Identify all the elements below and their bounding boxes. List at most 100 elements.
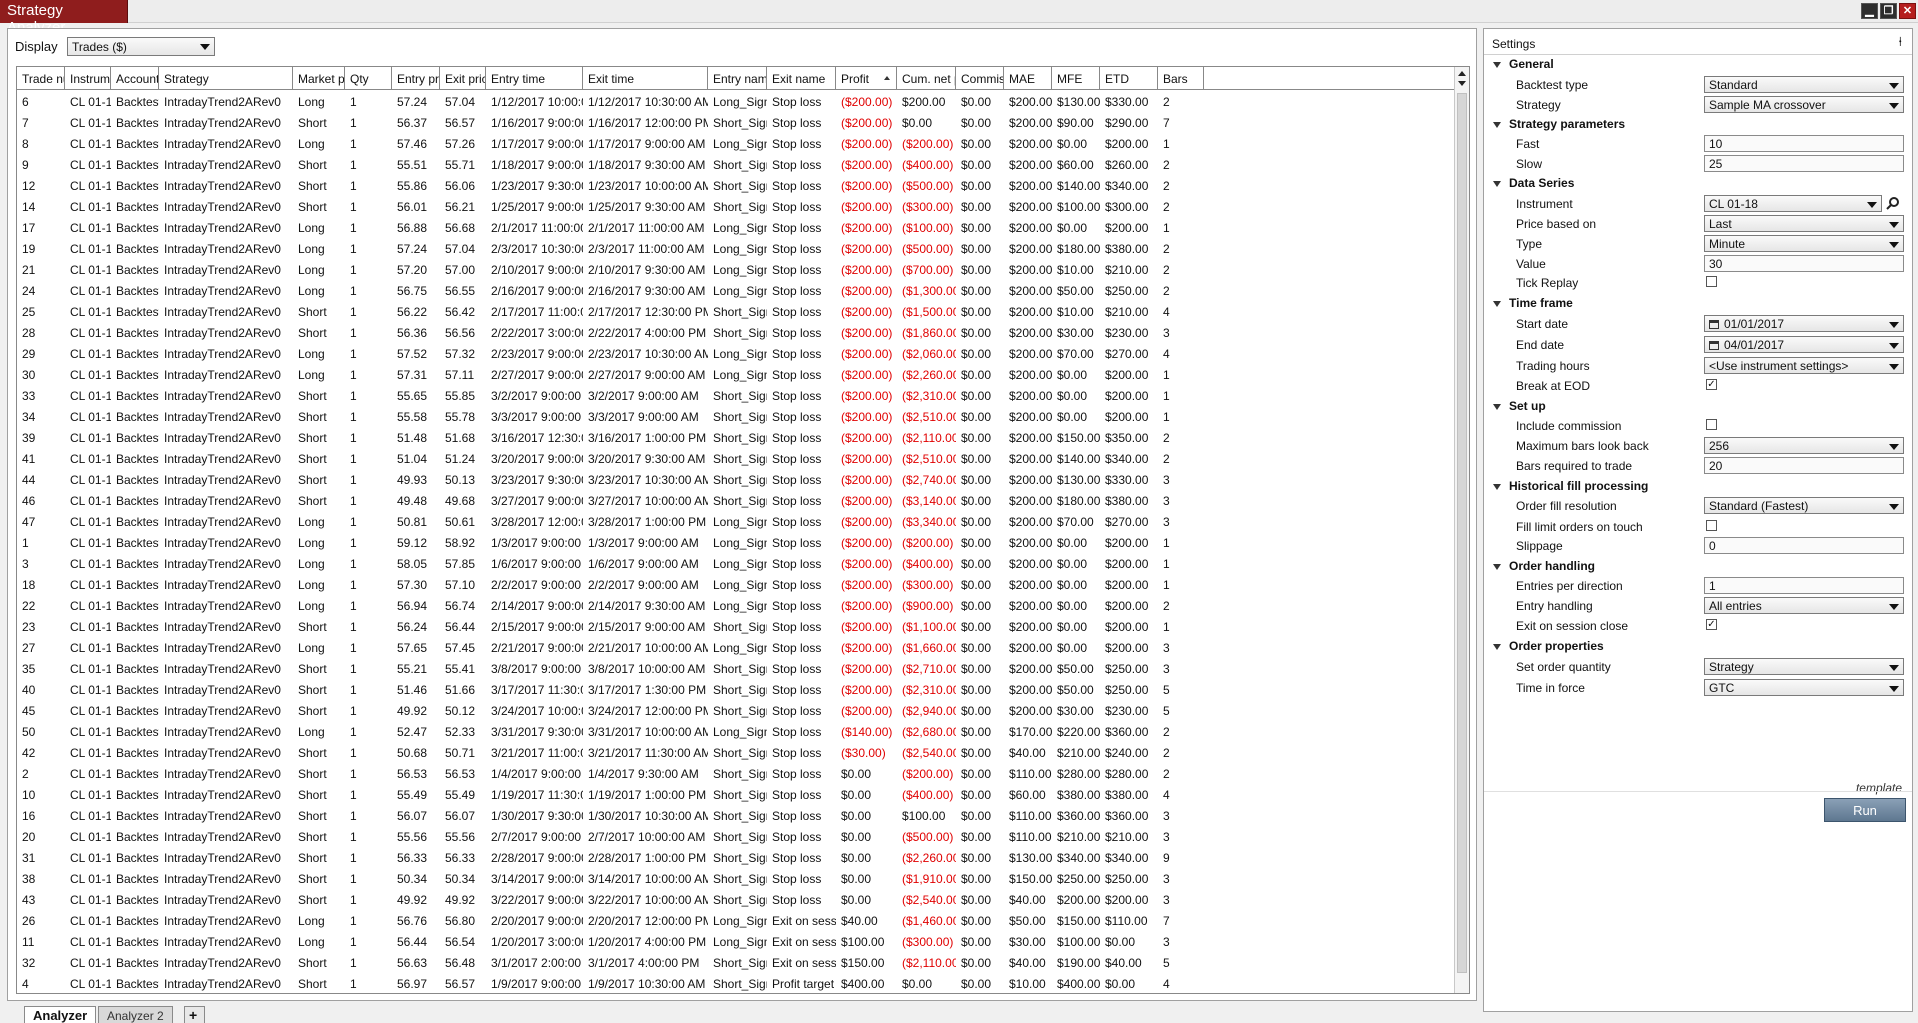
time-in-force-dropdown[interactable]: GTC: [1704, 679, 1904, 696]
table-row[interactable]: 41 CL 01-18 Backtest IntradayTrend2ARev0 Sho…: [17, 448, 1469, 469]
table-row[interactable]: 42 CL 01-18 Backtest IntradayTrend2ARev0 Sho…: [17, 742, 1469, 763]
type-dropdown[interactable]: Minute: [1704, 235, 1904, 252]
vertical-scrollbar[interactable]: [1454, 67, 1469, 993]
column-header[interactable]: ETD: [1100, 67, 1158, 90]
column-header[interactable]: Cum. net pi: [897, 67, 956, 90]
table-row[interactable]: 21CL 01-18BacktestIntradayTrend2ARev0Lon…: [17, 259, 1469, 280]
entry-handling-dropdown[interactable]: All entries: [1704, 597, 1904, 614]
break-eod-checkbox[interactable]: ✓: [1706, 379, 1717, 390]
include-commission-checkbox[interactable]: [1706, 419, 1717, 430]
section-set-up[interactable]: Set up: [1493, 399, 1546, 413]
strategy-dropdown[interactable]: Sample MA crossover: [1704, 96, 1904, 113]
table-row[interactable]: 14 CL 01-18 Backtest IntradayTrend2ARev0 Sho…: [17, 196, 1469, 217]
section-order-handling[interactable]: Order handling: [1493, 559, 1595, 573]
column-header[interactable]: Profit: [836, 67, 897, 90]
column-header[interactable]: Strategy: [159, 67, 293, 90]
table-row[interactable]: 19 CL 01-18 Backtest IntradayTrend2ARev0 Lon…: [17, 238, 1469, 259]
column-header[interactable]: Instrume: [65, 67, 111, 90]
close-icon[interactable]: ✕: [1899, 3, 1916, 19]
column-header[interactable]: Exit time: [583, 67, 708, 90]
table-row[interactable]: 24 CL 01-18 Backtest IntradayTrend2ARev0 Lon…: [17, 280, 1469, 301]
table-row[interactable]: 20 CL 01-18 Backtest IntradayTrend2ARev0 Sho…: [17, 826, 1469, 847]
column-header[interactable]: Entry time: [486, 67, 583, 90]
column-header[interactable]: Exit price: [440, 67, 486, 90]
table-row[interactable]: 22 CL 01-18 Backtest IntradayTrend2ARev0 Lon…: [17, 595, 1469, 616]
scroll-thumb[interactable]: [1457, 93, 1467, 973]
table-row[interactable]: 2 CL 01-18 Backtest IntradayTrend2ARev0 Shor…: [17, 763, 1469, 784]
start-date-picker[interactable]: 01/01/2017: [1704, 315, 1904, 332]
table-row[interactable]: 30 CL 01-18 Backtest IntradayTrend2ARev0 Lon…: [17, 364, 1469, 385]
end-date-picker[interactable]: 04/01/2017: [1704, 336, 1904, 353]
display-dropdown[interactable]: Trades ($): [66, 37, 215, 56]
exit-session-close-checkbox[interactable]: ✓: [1706, 619, 1717, 630]
table-row[interactable]: 17 CL 01-18 Backtest IntradayTrend2ARev0 Lon…: [17, 217, 1469, 238]
table-row[interactable]: 26 CL 01-18 Backtest IntradayTrend2ARev0 Lon…: [17, 910, 1469, 931]
table-row[interactable]: 33 CL 01-18 Backtest IntradayTrend2ARev0 Sho…: [17, 385, 1469, 406]
entries-per-direction-input[interactable]: 1: [1704, 577, 1904, 594]
tick-replay-checkbox[interactable]: [1706, 276, 1717, 287]
minimize-icon[interactable]: ▁: [1861, 3, 1878, 19]
pin-icon[interactable]: ⍿: [1899, 34, 1902, 50]
column-header[interactable]: MAE: [1004, 67, 1052, 90]
column-header[interactable]: Qty: [345, 67, 392, 90]
search-icon[interactable]: [1886, 196, 1900, 210]
fast-input[interactable]: 10: [1704, 135, 1904, 152]
trading-hours-dropdown[interactable]: <Use instrument settings>: [1704, 357, 1904, 374]
section-historical-fill[interactable]: Historical fill processing: [1493, 479, 1648, 493]
column-header[interactable]: MFE: [1052, 67, 1100, 90]
table-row[interactable]: 9 CL 01-18 Backtest IntradayTrend2ARev0 Shor…: [17, 154, 1469, 175]
add-tab-button[interactable]: +: [184, 1006, 205, 1023]
column-header[interactable]: Bars: [1158, 67, 1204, 90]
table-row[interactable]: 50 CL 01-18 Backtest IntradayTrend2ARev0 Lon…: [17, 721, 1469, 742]
scroll-down-icon[interactable]: [1457, 79, 1467, 89]
column-header[interactable]: Entry pri: [392, 67, 440, 90]
table-row[interactable]: 47 CL 01-18 Backtest IntradayTrend2ARev0 Lon…: [17, 511, 1469, 532]
template-link[interactable]: template: [1856, 781, 1902, 795]
table-row[interactable]: 28 CL 01-18 Backtest IntradayTrend2ARev0 Sho…: [17, 322, 1469, 343]
table-row[interactable]: 31 CL 01-18 Backtest IntradayTrend2ARev0 Sho…: [17, 847, 1469, 868]
value-input[interactable]: 30: [1704, 255, 1904, 272]
price-based-dropdown[interactable]: Last: [1704, 215, 1904, 232]
section-data-series[interactable]: Data Series: [1493, 176, 1574, 190]
table-row[interactable]: 10 CL 01-18 Backtest IntradayTrend2ARev0 Sho…: [17, 784, 1469, 805]
table-row[interactable]: 46 CL 01-18 Backtest IntradayTrend2ARev0 Sho…: [17, 490, 1469, 511]
table-row[interactable]: 18 CL 01-18 Backtest IntradayTrend2ARev0 Lon…: [17, 574, 1469, 595]
table-row[interactable]: 35 CL 01-18 Backtest IntradayTrend2ARev0 Sho…: [17, 658, 1469, 679]
run-button[interactable]: Run: [1824, 798, 1906, 822]
table-row[interactable]: 8 CL 01-18 Backtest IntradayTrend2ARev0 Long…: [17, 133, 1469, 154]
column-header[interactable]: Commis: [956, 67, 1004, 90]
slow-input[interactable]: 25: [1704, 155, 1904, 172]
table-row[interactable]: 12CL 01-18BacktestIntradayTrend2ARev0Sho…: [17, 175, 1469, 196]
table-row[interactable]: 34 CL 01-18 Backtest IntradayTrend2ARev0 Sho…: [17, 406, 1469, 427]
table-row[interactable]: 43 CL 01-18 Backtest IntradayTrend2ARev0 Sho…: [17, 889, 1469, 910]
table-row[interactable]: 39 CL 01-18 Backtest IntradayTrend2ARev0 Sho…: [17, 427, 1469, 448]
instrument-dropdown[interactable]: CL 01-18: [1704, 195, 1882, 212]
table-row[interactable]: 6 CL 01-18 Backtest IntradayTrend2ARev0 Long…: [17, 91, 1469, 112]
section-time-frame[interactable]: Time frame: [1493, 296, 1573, 310]
table-row[interactable]: 3 CL 01-18 Backtest IntradayTrend2ARev0 Long…: [17, 553, 1469, 574]
backtest-type-dropdown[interactable]: Standard: [1704, 76, 1904, 93]
section-strategy-parameters[interactable]: Strategy parameters: [1493, 117, 1625, 131]
table-row[interactable]: 11 CL 01-18 Backtest IntradayTrend2ARev0 Lon…: [17, 931, 1469, 952]
section-order-properties[interactable]: Order properties: [1493, 639, 1604, 653]
column-header[interactable]: Exit name: [767, 67, 836, 90]
table-row[interactable]: 32 CL 01-18 Backtest IntradayTrend2ARev0 Sho…: [17, 952, 1469, 973]
table-row[interactable]: 1 CL 01-18 Backtest IntradayTrend2ARev0 Long…: [17, 532, 1469, 553]
column-header[interactable]: Trade nu: [17, 67, 65, 90]
tab-analyzer-2[interactable]: Analyzer 2: [98, 1006, 173, 1023]
table-row[interactable]: 16 CL 01-18 Backtest IntradayTrend2ARev0 Sho…: [17, 805, 1469, 826]
fill-resolution-dropdown[interactable]: Standard (Fastest): [1704, 497, 1904, 514]
table-row[interactable]: 38 CL 01-18 Backtest IntradayTrend2ARev0 Sho…: [17, 868, 1469, 889]
max-bars-dropdown[interactable]: 256: [1704, 437, 1904, 454]
table-row[interactable]: 27 CL 01-18 Backtest IntradayTrend2ARev0 Lon…: [17, 637, 1469, 658]
table-row[interactable]: 4 CL 01-18 Backtest IntradayTrend2ARev0 Shor…: [17, 973, 1469, 993]
fill-limit-checkbox[interactable]: [1706, 520, 1717, 531]
restore-icon[interactable]: ❐: [1880, 3, 1897, 19]
column-header[interactable]: Entry name: [708, 67, 767, 90]
order-quantity-dropdown[interactable]: Strategy: [1704, 658, 1904, 675]
table-row[interactable]: 44 CL 01-18 Backtest IntradayTrend2ARev0 Sho…: [17, 469, 1469, 490]
section-general[interactable]: General: [1493, 57, 1554, 71]
tab-analyzer[interactable]: Analyzer: [24, 1006, 97, 1023]
table-row[interactable]: 40 CL 01-18 Backtest IntradayTrend2ARev0 Sho…: [17, 679, 1469, 700]
bars-required-input[interactable]: 20: [1704, 457, 1904, 474]
